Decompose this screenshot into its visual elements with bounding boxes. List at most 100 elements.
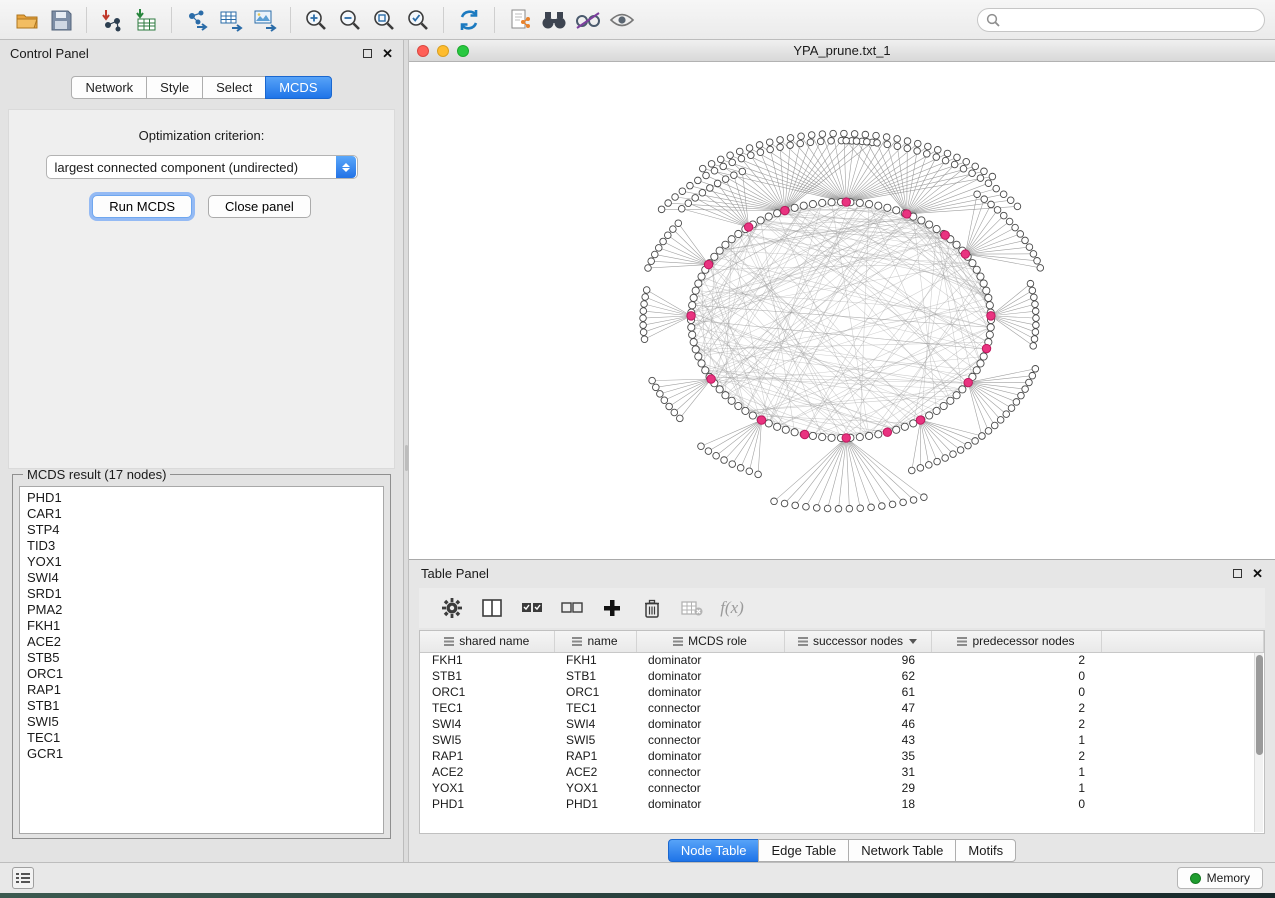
mcds-node-item[interactable]: PMA2	[27, 602, 376, 618]
export-image-button[interactable]	[248, 4, 282, 36]
network-window-titlebar[interactable]: YPA_prune.txt_1	[409, 40, 1275, 62]
mcds-node-item[interactable]: STP4	[27, 522, 376, 538]
main-toolbar	[0, 0, 1275, 40]
table-cell: YOX1	[554, 780, 636, 796]
mcds-node-item[interactable]: ACE2	[27, 634, 376, 650]
table-cell: FKH1	[554, 652, 636, 668]
table-row[interactable]: FKH1FKH1dominator962	[420, 652, 1264, 668]
table-row[interactable]: TEC1TEC1connector472	[420, 700, 1264, 716]
binoculars-icon	[541, 9, 567, 31]
zoom-out-button[interactable]	[333, 4, 367, 36]
task-history-button[interactable]	[12, 867, 34, 889]
function-builder-button[interactable]: f(x)	[717, 593, 747, 623]
table-row[interactable]: ORC1ORC1dominator610	[420, 684, 1264, 700]
import-network-button[interactable]	[95, 4, 129, 36]
tab-motifs[interactable]: Motifs	[955, 839, 1016, 862]
checked-boxes-icon	[521, 600, 543, 616]
mcds-node-item[interactable]: SWI4	[27, 570, 376, 586]
add-column-button[interactable]	[597, 593, 627, 623]
search-icon	[986, 13, 1000, 27]
criterion-dropdown[interactable]: largest connected component (undirected)	[46, 155, 358, 179]
scrollbar-thumb[interactable]	[1256, 655, 1263, 755]
tab-node-table[interactable]: Node Table	[668, 839, 760, 862]
sort-icon	[798, 637, 808, 646]
memory-button[interactable]: Memory	[1177, 867, 1263, 889]
import-table-button[interactable]	[129, 4, 163, 36]
mcds-result-title: MCDS result (17 nodes)	[23, 467, 170, 482]
export-network-button[interactable]	[180, 4, 214, 36]
open-file-button[interactable]	[10, 4, 44, 36]
table-scrollbar[interactable]	[1254, 653, 1263, 832]
delete-column-button[interactable]	[637, 593, 667, 623]
mcds-node-item[interactable]: STB1	[27, 698, 376, 714]
table-cell: 1	[931, 764, 1101, 780]
run-mcds-button[interactable]: Run MCDS	[92, 195, 192, 218]
table-row[interactable]: RAP1RAP1dominator352	[420, 748, 1264, 764]
show-columns-button[interactable]	[477, 593, 507, 623]
zoom-fit-icon	[372, 8, 396, 32]
table-cell: 2	[931, 652, 1101, 668]
mcds-node-item[interactable]: CAR1	[27, 506, 376, 522]
table-row[interactable]: PHD1PHD1dominator180	[420, 796, 1264, 812]
mcds-node-item[interactable]: FKH1	[27, 618, 376, 634]
maximize-window-icon[interactable]	[457, 45, 469, 57]
tab-style[interactable]: Style	[146, 76, 203, 99]
zoom-in-button[interactable]	[299, 4, 333, 36]
mcds-node-item[interactable]: TID3	[27, 538, 376, 554]
search-field[interactable]	[977, 8, 1265, 32]
float-table-panel-icon[interactable]	[1233, 569, 1242, 578]
column-header-mcds-role[interactable]: MCDS role	[636, 631, 784, 652]
mcds-node-item[interactable]: GCR1	[27, 746, 376, 762]
select-all-button[interactable]	[517, 593, 547, 623]
close-panel-icon[interactable]: ✕	[382, 49, 393, 58]
mcds-node-item[interactable]: PHD1	[27, 490, 376, 506]
mcds-node-item[interactable]: SRD1	[27, 586, 376, 602]
zoom-selected-button[interactable]	[401, 4, 435, 36]
table-row[interactable]: YOX1YOX1connector291	[420, 780, 1264, 796]
mcds-node-item[interactable]: ORC1	[27, 666, 376, 682]
column-header-predecessor-nodes[interactable]: predecessor nodes	[931, 631, 1101, 652]
export-table-button[interactable]	[214, 4, 248, 36]
mcds-node-item[interactable]: SWI5	[27, 714, 376, 730]
close-panel-button[interactable]: Close panel	[208, 195, 311, 218]
table-row[interactable]: SWI4SWI4dominator462	[420, 716, 1264, 732]
column-header-shared-name[interactable]: shared name	[420, 631, 554, 652]
table-cell: ORC1	[420, 684, 554, 700]
tab-network-table[interactable]: Network Table	[848, 839, 956, 862]
network-view[interactable]	[409, 62, 1275, 559]
close-table-panel-icon[interactable]: ✕	[1252, 569, 1263, 578]
close-window-icon[interactable]	[417, 45, 429, 57]
zoom-fit-button[interactable]	[367, 4, 401, 36]
mcds-result-list[interactable]: PHD1CAR1STP4TID3YOX1SWI4SRD1PMA2FKH1ACE2…	[19, 486, 384, 834]
mcds-node-item[interactable]: RAP1	[27, 682, 376, 698]
table-cell: 29	[784, 780, 931, 796]
toggle-details-button[interactable]	[571, 4, 605, 36]
tab-select[interactable]: Select	[202, 76, 266, 99]
table-row[interactable]: ACE2ACE2connector311	[420, 764, 1264, 780]
table-row[interactable]: STB1STB1dominator620	[420, 668, 1264, 684]
network-graph[interactable]	[409, 62, 1274, 559]
mcds-node-item[interactable]: YOX1	[27, 554, 376, 570]
table-toolbar: f(x)	[419, 588, 1265, 628]
tab-edge-table[interactable]: Edge Table	[758, 839, 849, 862]
tab-mcds[interactable]: MCDS	[265, 76, 331, 99]
search-input[interactable]	[1006, 13, 1256, 27]
table-cell: connector	[636, 764, 784, 780]
table-row[interactable]: SWI5SWI5connector431	[420, 732, 1264, 748]
clear-table-button[interactable]	[677, 593, 707, 623]
splitter-grip-icon[interactable]	[405, 445, 408, 471]
share-document-button[interactable]	[503, 4, 537, 36]
deselect-all-button[interactable]	[557, 593, 587, 623]
find-button[interactable]	[537, 4, 571, 36]
save-session-button[interactable]	[44, 4, 78, 36]
float-panel-icon[interactable]	[363, 49, 372, 58]
mcds-node-item[interactable]: TEC1	[27, 730, 376, 746]
table-settings-button[interactable]	[437, 593, 467, 623]
column-header-name[interactable]: name	[554, 631, 636, 652]
tab-network[interactable]: Network	[71, 76, 147, 99]
show-hide-button[interactable]	[605, 4, 639, 36]
mcds-node-item[interactable]: STB5	[27, 650, 376, 666]
column-header-successor-nodes[interactable]: successor nodes	[784, 631, 931, 652]
apply-layout-button[interactable]	[452, 4, 486, 36]
minimize-window-icon[interactable]	[437, 45, 449, 57]
